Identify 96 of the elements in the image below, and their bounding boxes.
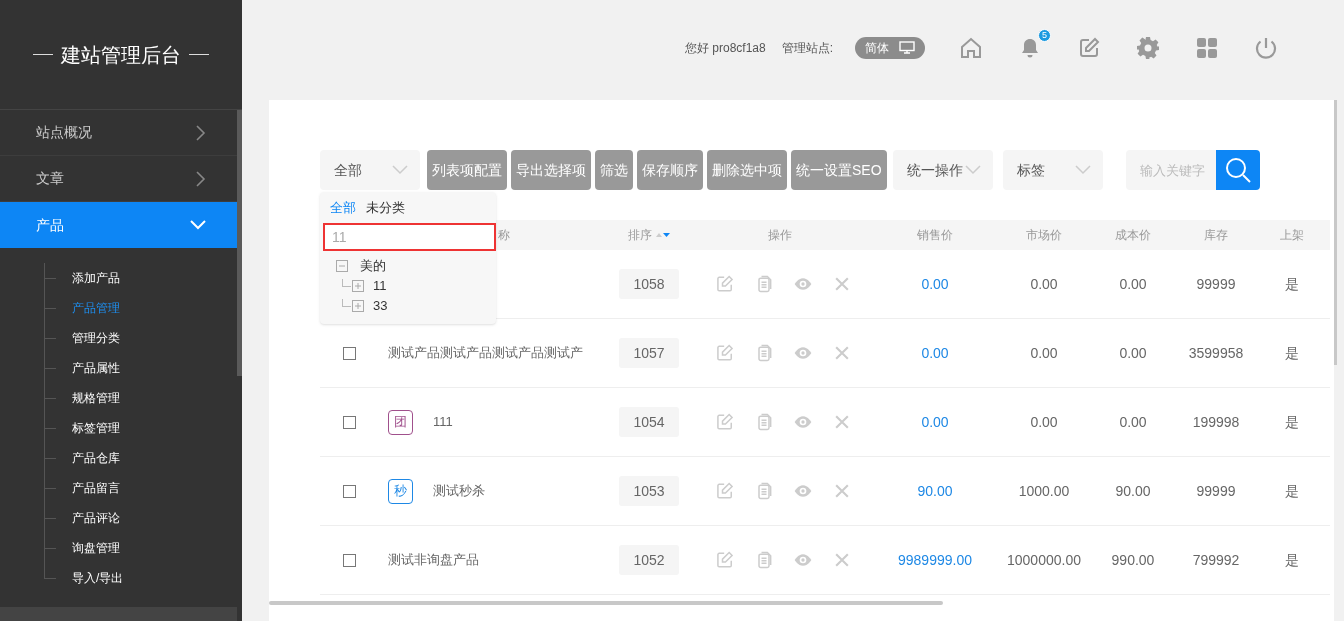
edit-icon[interactable] — [1077, 35, 1102, 60]
edit-icon[interactable] — [715, 274, 735, 294]
column-header: 排序 — [628, 227, 652, 244]
table-cell-text: 1000000.00 — [1007, 550, 1081, 570]
table-cell-text: 0.00 — [1030, 274, 1058, 294]
table-cell-text: 是 — [1285, 481, 1299, 501]
table-cell-text: 是 — [1285, 550, 1299, 570]
product-name: 测试秒杀 — [433, 482, 485, 501]
table-cell-text: 0.00 — [921, 412, 949, 432]
product-name: 测试非询盘产品 — [388, 551, 479, 570]
table-cell-text: 是 — [1285, 343, 1299, 363]
chevron-down-icon — [1074, 165, 1091, 175]
submenu-link[interactable]: 导入/导出 — [72, 569, 124, 587]
table-cell-text: 0.00 — [1030, 343, 1058, 363]
home-icon[interactable] — [959, 35, 984, 60]
column-header: 上架 — [1280, 227, 1304, 244]
column-header: 库存 — [1204, 227, 1228, 244]
submenu-link[interactable]: 标签管理 — [72, 419, 120, 437]
product-name: 测试产品测试产品测试产品测试产 — [388, 344, 583, 363]
sort-field[interactable]: 1053 — [619, 476, 679, 506]
grid-icon[interactable] — [1195, 35, 1220, 60]
submenu-link[interactable]: 产品评论 — [72, 509, 120, 527]
menu-item[interactable]: 产品 — [0, 202, 237, 248]
tree-node[interactable]: 11 — [373, 275, 387, 296]
tag-badge: 团 — [388, 409, 413, 435]
edit-icon[interactable] — [715, 412, 735, 432]
search-icon — [1224, 157, 1251, 183]
table-cell-text: 0.00 — [1119, 412, 1147, 432]
table-cell-text: 0.00 — [921, 343, 949, 363]
tree-node[interactable]: 美的 — [360, 256, 386, 276]
chevron-right-icon — [196, 170, 206, 187]
dropdown-select[interactable]: 标签 — [1002, 150, 1103, 190]
chevron-right-icon — [196, 124, 206, 141]
settings-icon[interactable] — [1136, 35, 1161, 60]
submenu-link[interactable]: 管理分类 — [72, 329, 120, 347]
edit-icon[interactable] — [715, 343, 735, 363]
filter-tab[interactable]: 全部 — [330, 198, 356, 218]
submenu-link[interactable]: 询盘管理 — [72, 539, 120, 557]
notification-badge: 5 — [1038, 28, 1052, 42]
chevron-down-icon — [964, 165, 981, 175]
expand-icon[interactable] — [352, 299, 364, 312]
sort-icon[interactable] — [656, 231, 670, 239]
table-cell-text: 799992 — [1192, 550, 1240, 570]
table-cell-text: 990.00 — [1111, 550, 1155, 570]
table-cell-text: 90.00 — [1115, 481, 1151, 501]
table-cell-text: 0.00 — [1119, 343, 1147, 363]
monitor-icon — [899, 41, 916, 54]
submenu-link[interactable]: 产品留言 — [72, 479, 120, 497]
site-label: 管理站点: — [781, 39, 834, 57]
collapse-icon[interactable] — [336, 260, 348, 272]
submenu-link[interactable]: 产品仓库 — [72, 449, 120, 467]
checkbox[interactable] — [342, 484, 356, 498]
table-cell-text: 是 — [1285, 274, 1299, 294]
table-cell-text: 1000.00 — [1018, 481, 1070, 501]
table-cell-text: 是 — [1285, 412, 1299, 432]
table-cell-text: 0.00 — [1119, 274, 1147, 294]
submenu-link[interactable]: 产品属性 — [72, 359, 120, 377]
greeting-text: 您好 pro8cf1a8 — [685, 39, 766, 57]
filter-tab[interactable]: 未分类 — [366, 198, 405, 218]
category-select[interactable]: 全部 — [320, 150, 420, 190]
submenu-link[interactable]: 规格管理 — [72, 389, 120, 407]
table-cell-text: 9989999.00 — [898, 550, 972, 570]
search-button[interactable] — [1215, 150, 1260, 190]
sort-field[interactable]: 1052 — [619, 545, 679, 575]
submenu-link[interactable]: 添加产品 — [72, 269, 120, 287]
dropdown-select[interactable]: 统一操作 — [892, 150, 993, 190]
power-icon[interactable] — [1254, 35, 1279, 60]
table-cell-text: 99999 — [1196, 481, 1236, 501]
table-cell-text: 0.00 — [921, 274, 949, 294]
table-cell-text: 3599958 — [1188, 343, 1244, 363]
chevron-down-icon — [392, 165, 408, 175]
submenu-link[interactable]: 产品管理 — [72, 299, 120, 317]
tag-badge: 秒 — [388, 478, 413, 504]
sort-field[interactable]: 1054 — [619, 407, 679, 437]
table-cell-text: 99999 — [1196, 274, 1236, 294]
sort-field[interactable]: 1057 — [619, 338, 679, 368]
edit-icon[interactable] — [715, 550, 735, 570]
sort-field[interactable]: 1058 — [619, 269, 679, 299]
table-cell-text: 0.00 — [1030, 412, 1058, 432]
column-header: 销售价 — [917, 227, 953, 244]
table-cell-text: 90.00 — [917, 481, 953, 501]
checkbox[interactable] — [342, 346, 356, 360]
column-header: 操作 — [768, 227, 792, 244]
sidebar-title: 建站管理后台 — [61, 42, 181, 68]
column-header: 称 — [498, 227, 510, 244]
table-cell-text: 199998 — [1192, 412, 1240, 432]
product-name: 111 — [433, 413, 453, 432]
column-header: 成本价 — [1115, 227, 1151, 244]
expand-icon[interactable] — [352, 279, 364, 292]
tree-node[interactable]: 33 — [373, 295, 388, 316]
chevron-down-icon — [190, 220, 206, 230]
edit-icon[interactable] — [715, 481, 735, 501]
checkbox[interactable] — [342, 553, 356, 567]
checkbox[interactable] — [342, 415, 356, 429]
bell-icon[interactable] — [1022, 38, 1039, 58]
column-header: 市场价 — [1026, 227, 1062, 244]
